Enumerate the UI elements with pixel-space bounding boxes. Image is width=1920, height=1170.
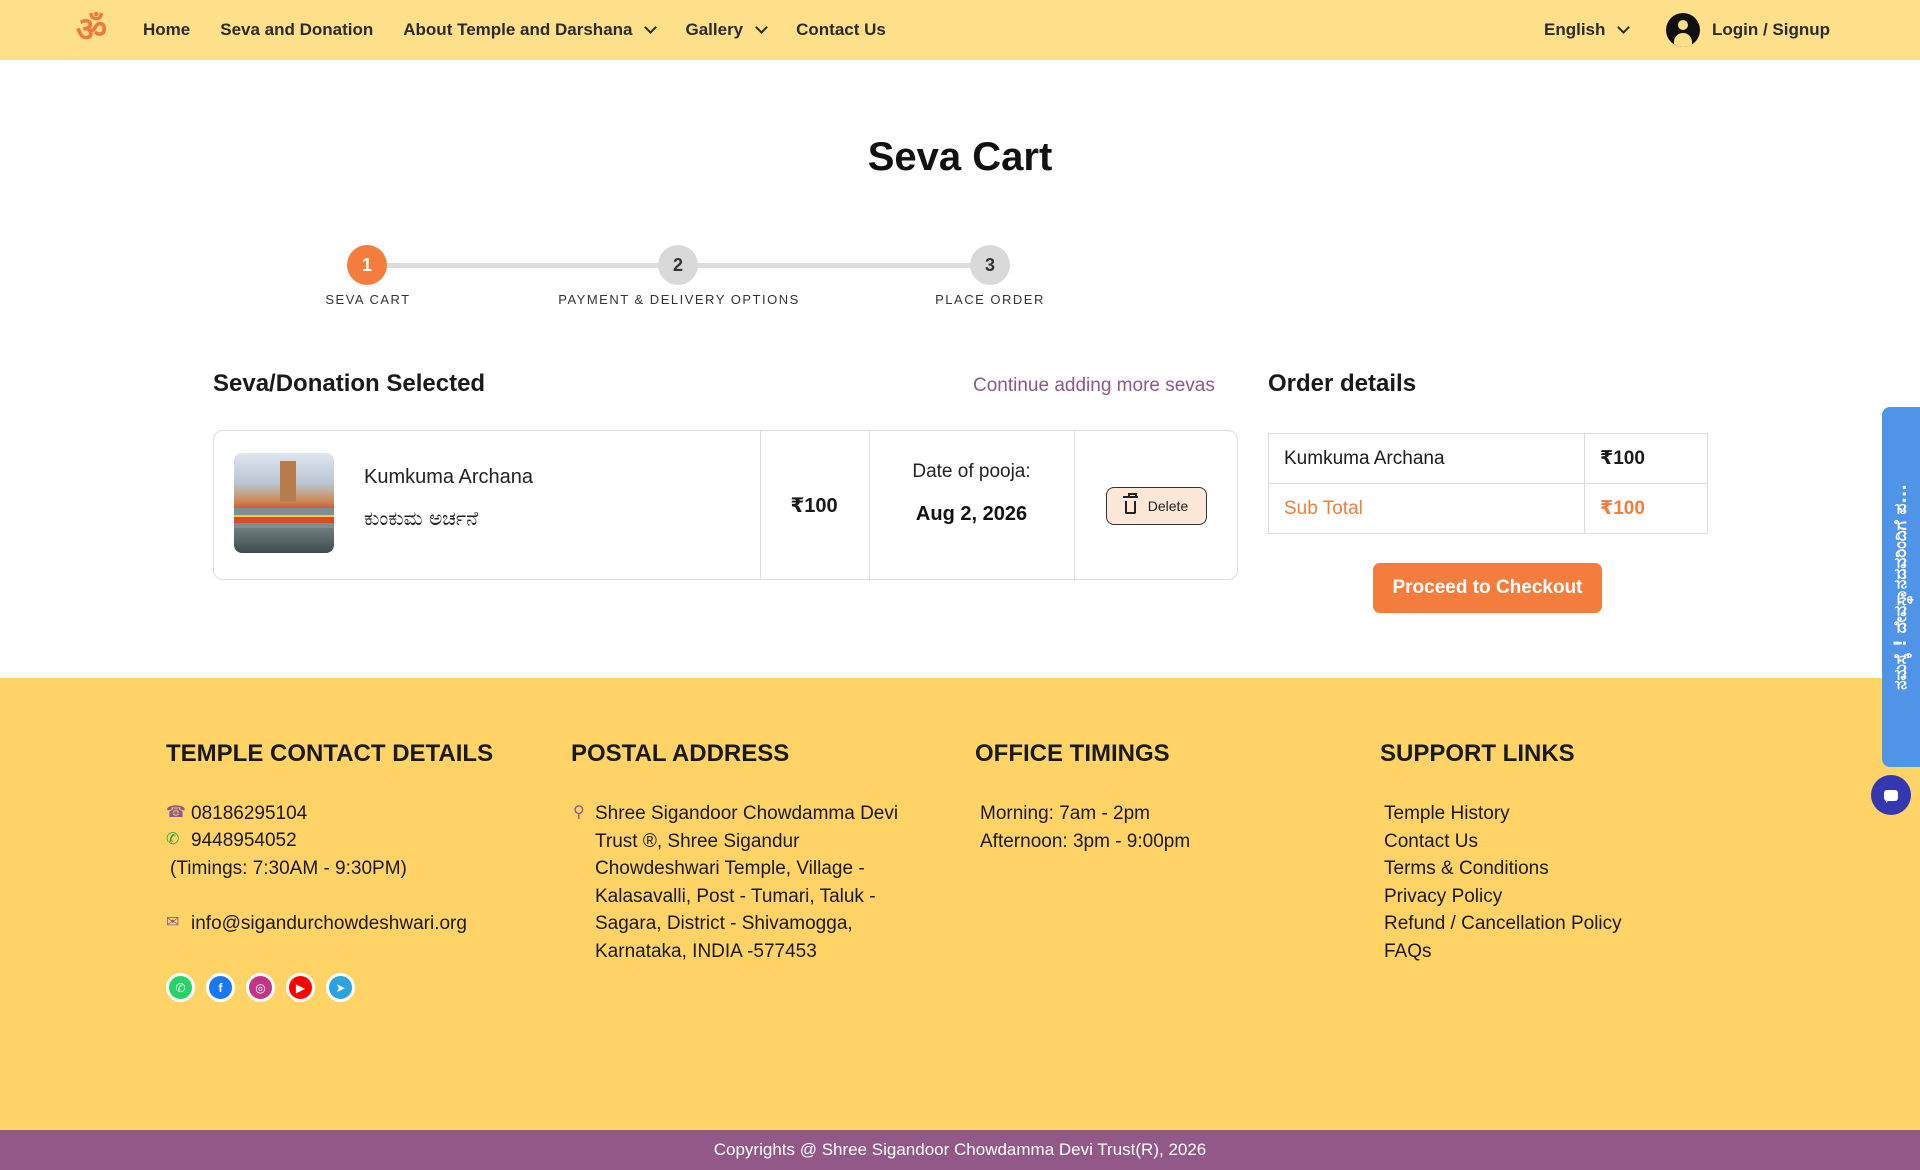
chevron-down-icon bbox=[1617, 21, 1631, 34]
youtube-glyph: ▶ bbox=[295, 980, 306, 995]
nav-home-label: Home bbox=[143, 20, 191, 39]
seva-price: ₹100 bbox=[790, 494, 838, 517]
facebook-glyph: f bbox=[218, 980, 223, 995]
mail-icon: ✉ bbox=[166, 914, 180, 931]
proceed-to-checkout-button[interactable]: Proceed to Checkout bbox=[1373, 563, 1602, 613]
support-links-heading: SUPPORT LINKS bbox=[1380, 740, 1575, 767]
chevron-down-icon bbox=[644, 21, 658, 34]
address-line: Kalasavalli, Post - Tumari, Taluk - bbox=[595, 885, 876, 907]
divider bbox=[1074, 431, 1075, 579]
subtotal-label: Sub Total bbox=[1268, 483, 1585, 534]
chevron-down-icon bbox=[755, 21, 769, 34]
support-link-temple-history[interactable]: Temple History bbox=[1384, 800, 1622, 828]
phone-icon: ☎ bbox=[166, 804, 186, 821]
telegram-glyph: ➤ bbox=[335, 980, 346, 995]
timing-afternoon: Afternoon: 3pm - 9:00pm bbox=[980, 830, 1191, 852]
support-link-refund[interactable]: Refund / Cancellation Policy bbox=[1384, 910, 1622, 938]
support-link-faqs[interactable]: FAQs bbox=[1384, 938, 1622, 966]
youtube-icon[interactable]: ▶ bbox=[286, 973, 315, 1002]
seva-thumbnail bbox=[234, 453, 334, 553]
support-link-privacy[interactable]: Privacy Policy bbox=[1384, 883, 1622, 911]
chat-side-tab[interactable]: ನಮಸ್ಕೆ ! ದೇವಸ್ಥಾನದವರಿಂದಿಗೆ ಪ... bbox=[1882, 407, 1920, 767]
language-selector[interactable]: English bbox=[1544, 0, 1631, 60]
step-3-label: PLACE ORDER bbox=[935, 292, 1045, 307]
delete-label: Delete bbox=[1147, 498, 1189, 514]
address-line: Sagara, District - Shivamogga, bbox=[595, 913, 853, 934]
contact-heading: TEMPLE CONTACT DETAILS bbox=[166, 740, 494, 767]
pooja-date-value: Aug 2, 2026 bbox=[915, 503, 1028, 525]
support-link-terms[interactable]: Terms & Conditions bbox=[1384, 855, 1622, 883]
pooja-date-label: Date of pooja: bbox=[912, 461, 1031, 482]
nav-contact-label: Contact Us bbox=[796, 20, 886, 39]
order-subtotal-row: Sub Total ₹100 bbox=[1268, 483, 1708, 534]
delete-button[interactable]: Delete bbox=[1106, 487, 1207, 525]
contact-timings: (Timings: 7:30AM - 9:30PM) bbox=[170, 858, 407, 879]
nav-about-label: About Temple and Darshana bbox=[403, 20, 633, 39]
selection-heading: Seva/Donation Selected bbox=[213, 370, 486, 397]
whatsapp-icon[interactable]: ✆ bbox=[166, 973, 195, 1002]
order-summary-table: Kumkuma Archana ₹100 Sub Total ₹100 bbox=[1268, 433, 1708, 534]
main-nav: Home Seva and Donation About Temple and … bbox=[143, 0, 916, 60]
nav-seva-label: Seva and Donation bbox=[220, 20, 374, 39]
step-2-label: PAYMENT & DELIVERY OPTIONS bbox=[558, 292, 800, 307]
support-link-contact[interactable]: Contact Us bbox=[1384, 828, 1622, 856]
nav-about-temple[interactable]: About Temple and Darshana bbox=[403, 20, 658, 40]
whatsapp-icon: ✆ bbox=[166, 831, 180, 848]
page-title: Seva Cart bbox=[867, 135, 1053, 179]
step-1-circle: 1 bbox=[347, 245, 387, 285]
trash-icon bbox=[1122, 493, 1138, 514]
chat-bubble-icon bbox=[1884, 789, 1898, 803]
login-signup-button[interactable]: Login / Signup bbox=[1666, 12, 1830, 48]
step-1-label: SEVA CART bbox=[325, 292, 411, 307]
contact-email[interactable]: info@sigandurchowdeshwari.org bbox=[191, 910, 467, 938]
om-logo-icon[interactable]: ॐ bbox=[76, 12, 112, 48]
language-label: English bbox=[1544, 20, 1606, 39]
pooja-date-cell: Date of pooja: Aug 2, 2026 bbox=[869, 431, 1074, 579]
timing-morning: Morning: 7am - 2pm bbox=[980, 803, 1151, 824]
seva-name-english: Kumkuma Archana bbox=[364, 466, 533, 488]
order-row: Kumkuma Archana ₹100 bbox=[1268, 433, 1708, 484]
contact-whatsapp[interactable]: 9448954052 bbox=[191, 827, 297, 855]
nav-contact[interactable]: Contact Us bbox=[796, 20, 886, 40]
office-timings-heading: OFFICE TIMINGS bbox=[975, 740, 1170, 767]
order-item-amount: ₹100 bbox=[1584, 433, 1708, 484]
telegram-icon[interactable]: ➤ bbox=[326, 973, 355, 1002]
chat-button[interactable] bbox=[1871, 775, 1911, 815]
contact-phone[interactable]: 08186295104 bbox=[191, 800, 307, 828]
order-item-name: Kumkuma Archana bbox=[1268, 433, 1585, 484]
facebook-icon[interactable]: f bbox=[206, 973, 235, 1002]
address-line: Trust ®, Shree Sigandur bbox=[595, 830, 800, 852]
continue-adding-link[interactable]: Continue adding more sevas bbox=[973, 375, 1215, 397]
nav-seva-donation[interactable]: Seva and Donation bbox=[220, 20, 373, 40]
side-tab-label: ನಮಸ್ಕೆ ! ದೇವಸ್ಥಾನದವರಿಂದಿಗೆ ಪ... bbox=[1891, 484, 1911, 690]
seva-name-kannada: ಕುಂಕುಮ ಅರ್ಚನೆ bbox=[364, 506, 479, 530]
support-links: Temple History Contact Us Terms & Condit… bbox=[1384, 800, 1622, 965]
instagram-glyph: ◎ bbox=[255, 980, 266, 995]
postal-address: Shree Sigandoor Chowdamma Devi Trust ®, … bbox=[595, 800, 898, 965]
step-3-circle: 3 bbox=[970, 245, 1010, 285]
seva-cart-item: Kumkuma Archana ಕುಂಕುಮ ಅರ್ಚನೆ ₹100 Date … bbox=[213, 430, 1238, 580]
order-details-heading: Order details bbox=[1268, 370, 1417, 397]
nav-home[interactable]: Home bbox=[143, 20, 190, 40]
postal-heading: POSTAL ADDRESS bbox=[571, 740, 790, 767]
address-line: Karnataka, INDIA -577453 bbox=[595, 940, 817, 962]
address-line: Chowdeshwari Temple, Village - bbox=[595, 858, 865, 879]
office-timings: Morning: 7am - 2pm Afternoon: 3pm - 9:00… bbox=[980, 800, 1190, 855]
copyright-bar: Copyrights @ Shree Sigandoor Chowdamma D… bbox=[0, 1130, 1920, 1170]
top-navbar: ॐ Home Seva and Donation About Temple an… bbox=[0, 0, 1920, 60]
address-line: Shree Sigandoor Chowdamma Devi bbox=[595, 803, 899, 824]
location-pin-icon: ⚲ bbox=[573, 804, 585, 821]
user-avatar-icon bbox=[1666, 13, 1700, 47]
instagram-icon[interactable]: ◎ bbox=[246, 973, 275, 1002]
login-label: Login / Signup bbox=[1712, 20, 1831, 39]
nav-gallery-label: Gallery bbox=[685, 20, 744, 39]
step-2-circle: 2 bbox=[658, 245, 698, 285]
whatsapp-glyph: ✆ bbox=[175, 980, 186, 995]
nav-gallery[interactable]: Gallery bbox=[685, 20, 769, 40]
subtotal-amount: ₹100 bbox=[1584, 483, 1708, 534]
